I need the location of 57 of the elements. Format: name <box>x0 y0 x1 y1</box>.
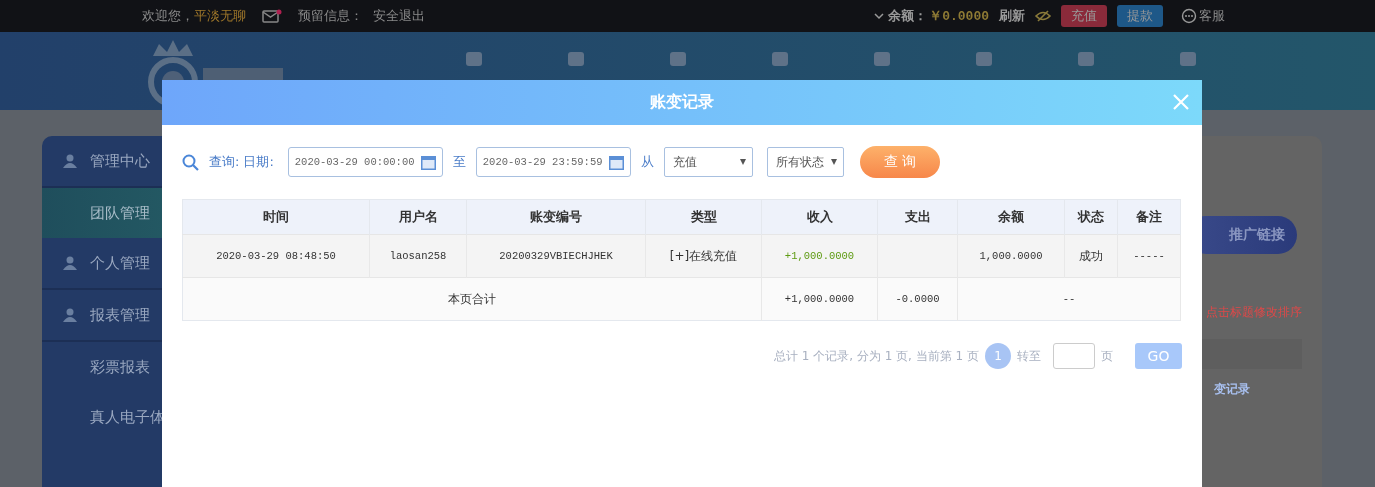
balance-value: ￥0.0000 <box>929 8 989 25</box>
date-label: 日期: <box>243 153 274 171</box>
column-header: 收入 <box>761 199 878 235</box>
user-icon <box>62 255 78 271</box>
column-header: 支出 <box>877 199 958 235</box>
column-header: 类型 <box>645 199 762 235</box>
page-input[interactable] <box>1053 343 1095 369</box>
page-suffix: 页 <box>1101 347 1113 365</box>
mail-icon[interactable] <box>262 9 282 23</box>
close-icon[interactable] <box>1173 94 1189 110</box>
table-cell: +1,000.0000 <box>761 277 878 321</box>
user-icon <box>62 153 78 169</box>
calendar-icon[interactable] <box>608 154 624 170</box>
dialog-title: 账变记录 <box>650 92 714 113</box>
type-select[interactable]: 充值 <box>663 147 753 177</box>
table-cell: 20200329VBIECHJHEK <box>466 234 646 278</box>
user-icon <box>62 307 78 323</box>
welcome-text: 欢迎您， <box>142 7 194 25</box>
table-cell: -0.0000 <box>877 277 958 321</box>
table-cell: 2020-03-29 08:48:50 <box>182 234 370 278</box>
from-label: 从 <box>640 153 654 171</box>
goto-label: 转至 <box>1017 347 1041 365</box>
chat-icon[interactable] <box>1181 8 1197 24</box>
column-header: 状态 <box>1064 199 1118 235</box>
table-cell: ----- <box>1117 234 1181 278</box>
balance-label: 余额： <box>888 7 928 25</box>
end-date-field[interactable]: 2020-03-29 23:59:59 <box>475 147 631 177</box>
column-header: 备注 <box>1117 199 1181 235</box>
eye-hidden-icon[interactable] <box>1035 10 1051 22</box>
refresh-link[interactable]: 刷新 <box>999 7 1025 25</box>
chevron-icon[interactable] <box>874 12 885 20</box>
query-label: 查询: <box>209 153 240 171</box>
column-header: 用户名 <box>369 199 467 235</box>
status-select[interactable]: 所有状态 <box>766 147 844 177</box>
withdraw-button[interactable]: 提款 <box>1117 5 1163 27</box>
deposit-button[interactable]: 充值 <box>1061 5 1107 27</box>
username[interactable]: 平淡无聊 <box>194 7 246 25</box>
table-cell: 本页合计 <box>182 277 762 321</box>
column-header: 余额 <box>957 199 1065 235</box>
logout-link[interactable]: 安全退出 <box>373 7 425 25</box>
sort-hint: 点击标题修改排序 <box>1206 304 1302 321</box>
search-icon <box>182 153 199 171</box>
record-link[interactable]: 变记录 <box>1214 381 1250 398</box>
table-cell: +1,000.0000 <box>761 234 878 278</box>
column-header: 账变编号 <box>466 199 646 235</box>
table-cell: laosan258 <box>369 234 467 278</box>
column-header: 时间 <box>182 199 370 235</box>
table-cell: -- <box>957 277 1181 321</box>
table-cell: 成功 <box>1064 234 1118 278</box>
pagination-summary: 总计 1 个记录, 分为 1 页, 当前第 1 页 <box>773 347 979 365</box>
table-cell: 1,000.0000 <box>957 234 1065 278</box>
calendar-icon[interactable] <box>420 154 436 170</box>
to-label: 至 <box>452 153 466 171</box>
service-link[interactable]: 客服 <box>1199 7 1225 25</box>
table-cell: [+]在线充值 <box>645 234 762 278</box>
reserved-info-label: 预留信息： <box>298 7 363 25</box>
start-date-field[interactable]: 2020-03-29 00:00:00 <box>287 147 443 177</box>
